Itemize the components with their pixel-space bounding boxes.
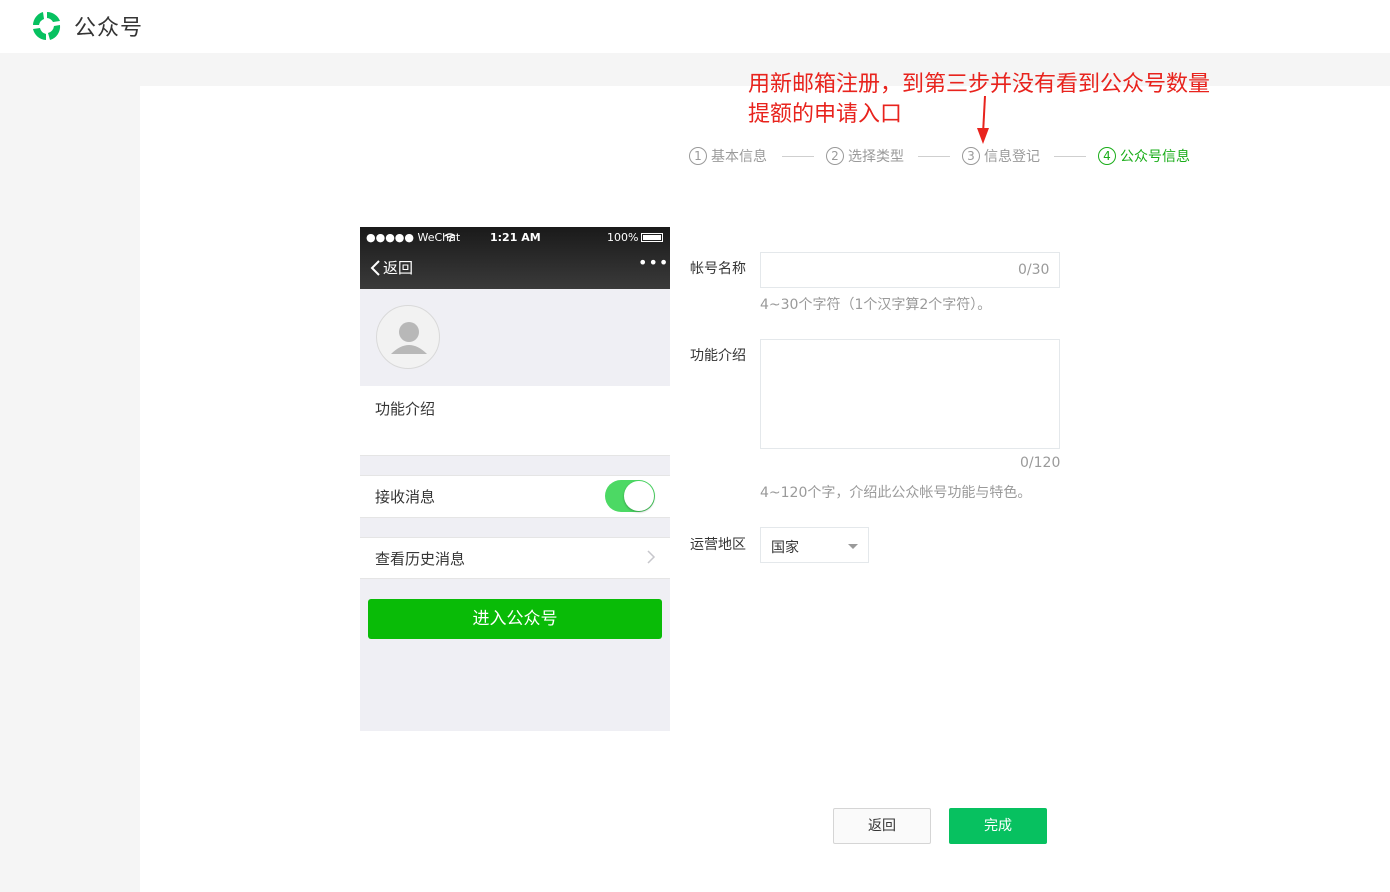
account-name-input[interactable]: 0/30 [760,252,1060,288]
phone-preview: ●●●●● WeChat 1:21 AM 100% 返回 ••• 功能介绍 接收… [360,227,670,731]
divider [360,537,670,538]
phone-header: ●●●●● WeChat 1:21 AM 100% 返回 ••• [360,227,670,289]
phone-intro-row: 功能介绍 [360,386,670,455]
logo-text[interactable]: 公众号 [74,10,143,42]
step-1: 1 基本信息 [689,146,767,166]
annotation-note: 用新邮箱注册，到第三步并没有看到公众号数量 提额的申请入口 [748,70,1268,130]
step-divider [918,156,950,157]
step-label: 选择类型 [848,149,904,165]
annotation-line-2: 提额的申请入口 [748,102,903,127]
step-number: 3 [962,147,980,165]
step-label: 公众号信息 [1120,149,1190,165]
enter-account-button: 进入公众号 [368,599,662,639]
toggle-knob [624,481,654,511]
receive-messages-row: 接收消息 [360,475,670,517]
back-button[interactable]: 返回 [833,808,931,844]
caret-down-icon [848,544,858,549]
step-4: 4 公众号信息 [1098,146,1190,166]
region-select[interactable]: 国家 [760,527,869,563]
account-name-counter: 0/30 [1018,262,1050,278]
battery-percent: 100% [607,231,639,244]
done-button[interactable]: 完成 [949,808,1047,844]
step-divider [782,156,814,157]
annotation-line-1: 用新邮箱注册，到第三步并没有看到公众号数量 [748,72,1211,97]
phone-intro-label: 功能介绍 [375,400,436,418]
avatar-placeholder-icon [376,305,440,369]
step-2: 2 选择类型 [826,146,904,166]
history-messages-label: 查看历史消息 [375,550,466,568]
phone-back-label: 返回 [383,259,414,277]
intro-textarea[interactable] [760,339,1060,449]
step-number: 4 [1098,147,1116,165]
phone-back-button: 返回 [370,257,413,278]
divider [360,475,670,476]
step-divider [1054,156,1086,157]
step-label: 信息登记 [984,149,1040,165]
chevron-right-icon [647,550,656,564]
intro-tip: 4~120个字，介绍此公众帐号功能与特色。 [760,485,1032,501]
divider [360,578,670,579]
step-3: 3 信息登记 [962,146,1040,166]
history-messages-row: 查看历史消息 [360,537,670,578]
account-name-tip: 4~30个字符（1个汉字算2个字符）。 [760,297,992,313]
annotation-arrow-icon [977,96,989,144]
divider [360,455,670,456]
receive-messages-toggle [605,480,655,512]
account-name-label: 帐号名称 [690,261,746,277]
step-number: 1 [689,147,707,165]
top-bar: 公众号 [0,0,1390,53]
wifi-icon [444,233,456,242]
region-label: 运营地区 [690,537,746,553]
more-icon: ••• [638,253,670,272]
step-number: 2 [826,147,844,165]
wechat-mp-logo-icon[interactable] [30,9,64,43]
status-time: 1:21 AM [490,231,541,244]
divider [360,517,670,518]
region-value: 国家 [771,540,799,556]
intro-label: 功能介绍 [690,348,746,364]
battery-icon [641,233,663,242]
chevron-left-icon [370,259,380,276]
receive-messages-label: 接收消息 [375,488,436,506]
step-label: 基本信息 [711,149,767,165]
intro-counter: 0/120 [1020,455,1061,471]
